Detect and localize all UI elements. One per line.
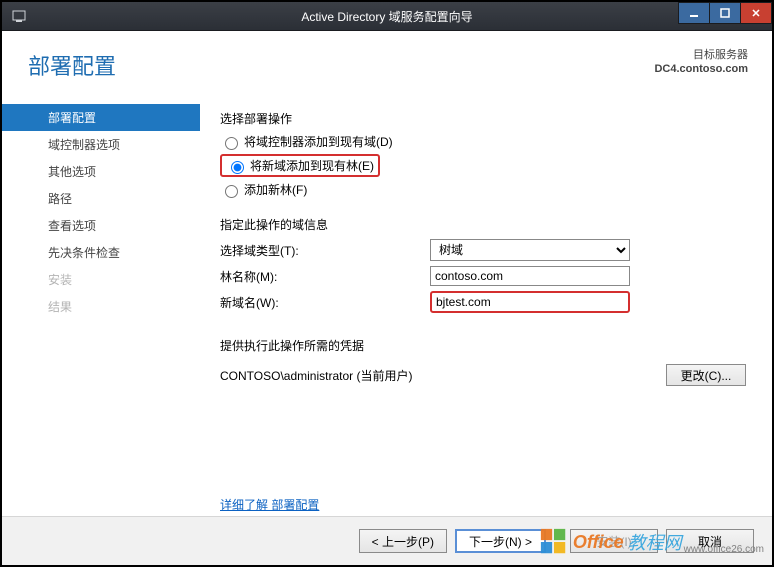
sidebar-item-review-options[interactable]: 查看选项 [2,212,200,239]
change-credentials-button[interactable]: 更改(C)... [666,364,746,386]
wizard-window: Active Directory 域服务配置向导 ✕ 部署配置 目标服务器 DC… [0,0,774,567]
sidebar-item-install: 安装 [2,266,200,293]
cancel-button[interactable]: 取消 [666,529,754,553]
domain-type-label: 选择域类型(T): [220,242,430,259]
sidebar-item-results: 结果 [2,293,200,320]
window-controls: ✕ [679,2,772,24]
domain-info-label: 指定此操作的域信息 [220,216,746,233]
next-button[interactable]: 下一步(N) > [455,529,546,553]
sidebar-item-dc-options[interactable]: 域控制器选项 [2,131,200,158]
domain-type-row: 选择域类型(T): 树域 [220,239,746,261]
radio-add-domain-existing-forest[interactable] [231,161,244,174]
close-button[interactable]: ✕ [740,2,772,24]
footer-bar: < 上一步(P) 下一步(N) > 安装(I) 取消 Office 教程网 ww… [2,516,772,565]
sidebar-item-deployment-config[interactable]: 部署配置 [2,104,200,131]
sidebar-item-other-options[interactable]: 其他选项 [2,158,200,185]
credentials-section: 提供执行此操作所需的凭据 CONTOSO\administrator (当前用户… [220,337,746,386]
select-operation-label: 选择部署操作 [220,110,746,127]
learn-more-link[interactable]: 详细了解 部署配置 [220,496,319,513]
credentials-row: CONTOSO\administrator (当前用户) 更改(C)... [220,364,746,386]
radio-add-dc-existing-domain-row: 将域控制器添加到现有域(D) [220,133,746,150]
target-server-info: 目标服务器 DC4.contoso.com [654,48,748,77]
body-area: 部署配置 域控制器选项 其他选项 路径 查看选项 先决条件检查 安装 结果 选择… [2,100,772,516]
radio-add-domain-existing-forest-label: 将新域添加到现有林(E) [250,157,374,174]
forest-name-row: 林名称(M): contoso.com [220,266,746,286]
radio-add-new-forest[interactable] [225,185,238,198]
sidebar-item-paths[interactable]: 路径 [2,185,200,212]
sidebar-item-prereq-check[interactable]: 先决条件检查 [2,239,200,266]
credentials-label: 提供执行此操作所需的凭据 [220,337,746,354]
target-value: DC4.contoso.com [654,62,748,76]
new-domain-input[interactable] [430,291,630,313]
forest-name-label: 林名称(M): [220,268,430,285]
app-icon [8,5,30,27]
content: 部署配置 目标服务器 DC4.contoso.com 部署配置 域控制器选项 其… [2,30,772,565]
radio-add-new-forest-row: 添加新林(F) [220,181,746,198]
radio-add-dc-existing-domain-label: 将域控制器添加到现有域(D) [244,133,393,150]
page-title: 部署配置 [28,49,116,81]
forest-name-value: contoso.com [430,266,630,286]
credentials-value: CONTOSO\administrator (当前用户) [220,367,666,384]
radio-add-domain-existing-forest-row: 将新域添加到现有林(E) [220,154,746,177]
highlight-selected-radio: 将新域添加到现有林(E) [220,154,380,177]
radio-add-new-forest-label: 添加新林(F) [244,181,307,198]
target-label: 目标服务器 [654,48,748,62]
new-domain-row: 新域名(W): [220,291,746,313]
domain-type-select[interactable]: 树域 [430,239,630,261]
sidebar: 部署配置 域控制器选项 其他选项 路径 查看选项 先决条件检查 安装 结果 [2,100,200,516]
minimize-button[interactable] [678,2,710,24]
back-button[interactable]: < 上一步(P) [359,529,447,553]
window-title: Active Directory 域服务配置向导 [2,8,772,25]
header-area: 部署配置 目标服务器 DC4.contoso.com [2,30,772,100]
new-domain-label: 新域名(W): [220,294,430,311]
install-button: 安装(I) [570,529,658,553]
main-panel: 选择部署操作 将域控制器添加到现有域(D) 将新域添加到现有林(E) 添加新林(… [200,100,772,516]
maximize-button[interactable] [709,2,741,24]
titlebar: Active Directory 域服务配置向导 ✕ [2,2,772,31]
radio-add-dc-existing-domain[interactable] [225,137,238,150]
